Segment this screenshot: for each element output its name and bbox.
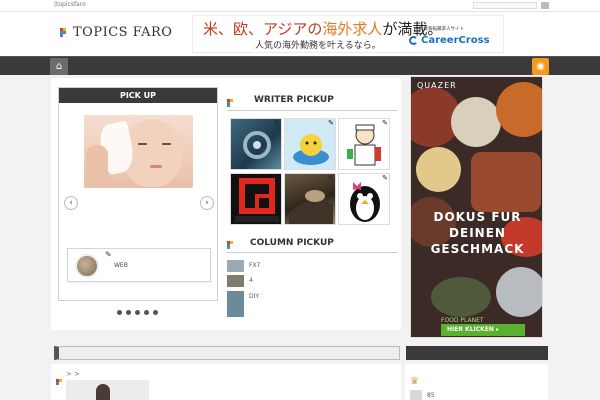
sidebar-section-bar	[406, 346, 548, 360]
ad-cta-button[interactable]: HIER KLICKEN ▸	[441, 324, 525, 336]
column-title[interactable]: FX7	[249, 262, 260, 269]
banner-sub-label: 外資系転職求人サイト	[419, 27, 464, 32]
ad-brand: QUAZER	[417, 81, 457, 90]
pickup-slider: PICK UP ‹ › ✎ WEB	[58, 87, 218, 301]
ranking-count: 85	[427, 392, 435, 399]
breadcrumb[interactable]: > >	[66, 370, 80, 378]
writer-thumb[interactable]: ✎	[338, 118, 390, 170]
section-mark-icon	[227, 234, 235, 249]
column-thumb	[227, 260, 244, 272]
column-thumb	[227, 291, 244, 317]
writer-thumb[interactable]: ✎	[338, 173, 390, 225]
slider-dot[interactable]	[153, 310, 158, 315]
pickup-title: PICK UP	[59, 88, 217, 103]
writer-thumb[interactable]: ✎	[284, 118, 336, 170]
writer-card[interactable]: ✎ WEB	[67, 248, 211, 282]
section-mark-icon	[227, 92, 235, 107]
pencil-icon: ✎	[382, 174, 388, 182]
home-icon[interactable]: ⌂	[50, 58, 68, 75]
main-nav: ⌂ ◉	[0, 56, 600, 75]
section-mark-icon	[56, 371, 63, 385]
careercross-icon	[409, 36, 418, 45]
writer-thumb[interactable]: ✎	[284, 173, 336, 225]
writer-name[interactable]: WEB	[114, 262, 128, 269]
section-bar	[54, 346, 400, 360]
header-ad-banner[interactable]: 米、欧、アジアの海外求人が満載。 人気の海外勤務を叶えるなら。 外資系転職求人サ…	[192, 15, 504, 53]
article-image[interactable]	[66, 380, 149, 400]
sidebar-ad[interactable]: QUAZER DOKUS FUR DEINEN GESCHMACK FOOD P…	[410, 76, 543, 338]
pencil-icon: ✎	[328, 119, 334, 127]
writer-thumb[interactable]: ✎	[230, 173, 282, 225]
divider	[227, 110, 397, 111]
writer-pickup-title: WRITER PICKUP	[254, 95, 334, 105]
ad-headline-2: DEINEN	[449, 226, 506, 240]
ad-sub-label: FOOD PLANET	[441, 317, 484, 324]
ad-headline-3: GESCHMACK	[430, 242, 525, 256]
logo-text: TOPICS FARO	[73, 25, 173, 40]
pencil-icon: ✎	[382, 119, 388, 127]
divider	[227, 252, 397, 253]
ad-headline-1: DOKUS FUR	[433, 210, 522, 224]
slider-prev-button[interactable]: ‹	[64, 196, 78, 210]
pencil-icon: ✎	[274, 174, 280, 182]
pencil-icon: ✎	[328, 174, 334, 182]
search-button[interactable]	[541, 2, 549, 9]
site-logo[interactable]: TOPICS FARO	[60, 25, 172, 40]
slider-dots	[117, 310, 158, 315]
slider-next-button[interactable]: ›	[200, 196, 214, 210]
slider-dot[interactable]	[144, 310, 149, 315]
ranking-thumb[interactable]	[410, 390, 422, 400]
rss-icon[interactable]: ◉	[532, 58, 549, 75]
slider-dot[interactable]	[117, 310, 122, 315]
column-title[interactable]: 4	[249, 277, 253, 284]
crown-icon: ♛	[410, 376, 419, 387]
column-title[interactable]: DIY	[249, 293, 259, 300]
writer-thumb[interactable]: ✎	[230, 118, 282, 170]
top-bar: |topicsfaro	[0, 0, 600, 12]
slider-dot[interactable]	[126, 310, 131, 315]
banner-subline: 人気の海外勤務を叶えるなら。	[255, 41, 381, 51]
column-thumb	[227, 275, 244, 287]
banner-brand: CareerCross	[421, 35, 490, 46]
search-input[interactable]	[473, 2, 537, 9]
site-name[interactable]: |topicsfaro	[54, 1, 86, 8]
column-pickup-title: COLUMN PICKUP	[250, 238, 334, 248]
slider-dot[interactable]	[135, 310, 140, 315]
pickup-image[interactable]	[84, 115, 193, 188]
banner-headline: 米、欧、アジアの海外求人が満載。	[203, 20, 443, 38]
pencil-icon: ✎	[274, 119, 280, 127]
pencil-icon: ✎	[105, 250, 112, 259]
logo-mark-icon	[60, 28, 69, 37]
avatar[interactable]	[75, 254, 99, 278]
